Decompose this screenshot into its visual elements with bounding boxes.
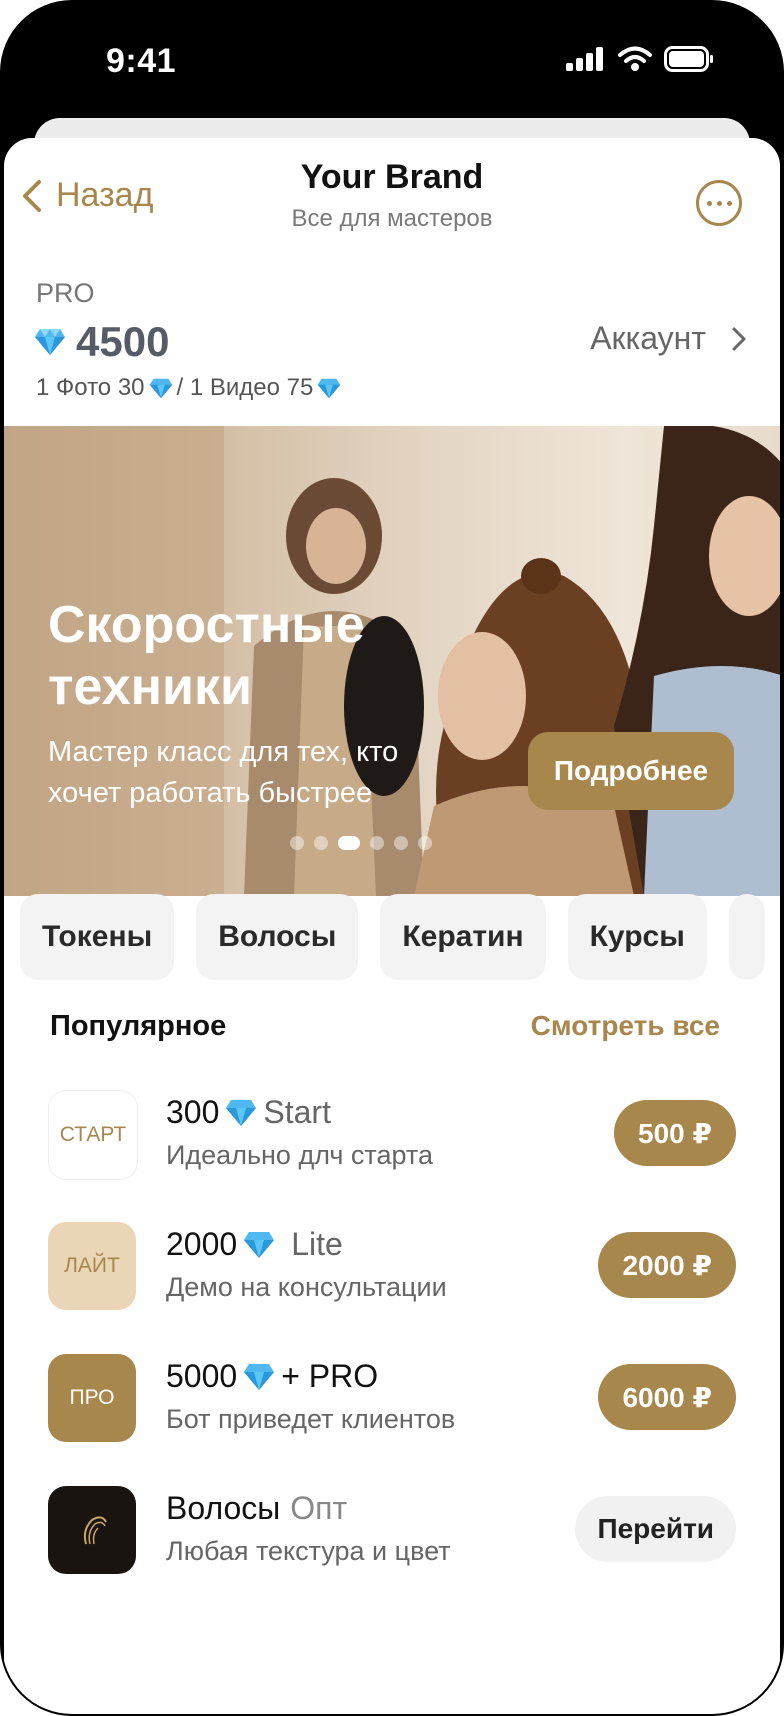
app-screen: Назад Your Brand Все для мастеров PRO 45… [4, 138, 780, 1714]
wifi-icon [618, 46, 652, 71]
diamond-icon [149, 378, 172, 398]
product-thumb: ЛАЙТ [48, 1222, 136, 1310]
hair-silhouette-icon [83, 1516, 107, 1545]
more-dot-icon [706, 200, 712, 206]
category-chips: Токены Волосы Кератин Курсы [20, 894, 765, 980]
token-balance: 4500 [34, 318, 169, 366]
product-desc: Идеально длч старта [166, 1140, 434, 1170]
battery-icon [664, 46, 713, 72]
product-desc: Бот приведет клиентов [166, 1404, 456, 1434]
plan-label: PRO [36, 278, 95, 308]
token-rates: 1 Фото 30 / 1 Видео 75 [36, 374, 341, 402]
product-title: Волосы [166, 1490, 281, 1526]
product-name: 300 Start [166, 1094, 331, 1131]
chip-keratin[interactable]: Кератин [380, 894, 546, 980]
diamond-icon [244, 1363, 275, 1390]
carousel-dot[interactable] [314, 836, 328, 850]
price-button[interactable]: 500 ₽ [614, 1100, 736, 1166]
product-name: Волосы Опт [166, 1490, 347, 1527]
more-dot-icon [716, 200, 722, 206]
carousel-dot[interactable] [338, 836, 360, 850]
product-thumb: ПРО [48, 1354, 136, 1442]
carousel-dot[interactable] [418, 836, 432, 850]
product-name: 2000 Lite [166, 1226, 343, 1263]
chip-more[interactable] [728, 894, 765, 980]
product-plan: + PRO [281, 1358, 379, 1394]
diamond-icon [244, 1231, 275, 1258]
carousel-dot[interactable] [370, 836, 384, 850]
product-amount: 300 [166, 1094, 220, 1130]
balance-value: 4500 [76, 318, 170, 365]
chevron-right-icon [732, 327, 746, 350]
product-row[interactable]: ПРО 5000 + PRO Бот приведет клиентов 600… [48, 1354, 736, 1444]
product-amount: 5000 [166, 1358, 238, 1394]
see-all-link[interactable]: Смотреть все [531, 1010, 720, 1042]
product-row[interactable]: ЛАЙТ 2000 Lite Демо на консультации 2000… [48, 1222, 736, 1312]
product-thumb: СТАРТ [48, 1090, 138, 1180]
page-subtitle: Все для мастеров [291, 205, 493, 232]
chip-tokens[interactable]: Токены [20, 894, 175, 980]
header-title-block: Your Brand Все для мастеров [4, 158, 780, 233]
product-name: 5000 + PRO [166, 1358, 378, 1395]
product-desc: Демо на консультации [166, 1272, 447, 1302]
more-options-button[interactable] [696, 180, 742, 226]
popular-title: Популярное [50, 1010, 227, 1042]
product-plan: Start [263, 1094, 331, 1130]
status-icons [566, 46, 714, 72]
price-button[interactable]: 2000 ₽ [598, 1232, 736, 1298]
phone-screen: 9:41 Назад Your Brand Все для мастеров P… [2, 2, 782, 1714]
diamond-icon [35, 329, 65, 355]
account-link[interactable]: Аккаунт [590, 320, 746, 357]
diamond-icon [318, 378, 341, 398]
rate-video: / 1 Видео 75 [176, 374, 314, 401]
product-row[interactable]: СТАРТ 300 Start Идеально длч старта 500 … [48, 1090, 736, 1180]
account-link-label: Аккаунт [590, 320, 706, 356]
product-plan: Lite [291, 1226, 343, 1262]
promo-banner[interactable]: Скоростные техники Мастер класс для тех,… [4, 426, 780, 896]
price-button[interactable]: 6000 ₽ [598, 1364, 736, 1430]
product-row[interactable]: Волосы Опт Любая текстура и цвет Перейти [48, 1486, 736, 1576]
go-button[interactable]: Перейти [575, 1496, 736, 1562]
chip-hair[interactable]: Волосы [196, 894, 359, 980]
product-amount: 2000 [166, 1226, 238, 1262]
more-dot-icon [726, 200, 732, 206]
banner-details-button[interactable]: Подробнее [528, 732, 734, 810]
page-title: Your Brand [300, 158, 484, 196]
rate-photo: 1 Фото 30 [36, 374, 145, 401]
chip-courses[interactable]: Курсы [567, 894, 707, 980]
status-time: 9:41 [106, 42, 177, 80]
carousel-dot[interactable] [290, 836, 304, 850]
carousel-dot[interactable] [394, 836, 408, 850]
phone: 9:41 Назад Your Brand Все для мастеров P… [0, 0, 784, 1716]
product-title-suffix: Опт [290, 1490, 348, 1526]
signal-icon [566, 47, 603, 71]
banner-title: Скоростные техники [48, 596, 365, 716]
hair-logo-thumb [48, 1486, 136, 1574]
diamond-icon [226, 1099, 257, 1126]
product-desc: Любая текстура и цвет [166, 1536, 451, 1566]
banner-subtitle: Мастер класс для тех, кто хочет работать… [48, 736, 399, 809]
carousel-dots[interactable] [290, 836, 432, 850]
